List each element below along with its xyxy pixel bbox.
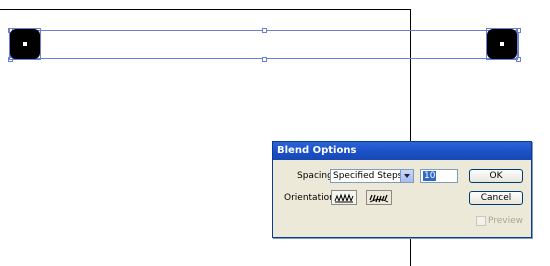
checkbox-box[interactable] (476, 216, 486, 226)
align-to-path-icon (369, 194, 389, 202)
preview-label: Preview (488, 216, 524, 226)
artboard-edge-top (0, 9, 411, 10)
blend-options-dialog: Blend Options Spacing: Specified Steps 1… (272, 141, 532, 238)
steps-input[interactable]: 10 (420, 169, 458, 183)
cancel-button[interactable]: Cancel (469, 191, 523, 205)
orientation-align-path-button[interactable] (366, 190, 392, 205)
bbox-handle-top-middle[interactable] (262, 28, 267, 33)
chevron-down-icon (404, 174, 410, 178)
shape-selection-outline (486, 28, 518, 60)
preview-checkbox[interactable]: Preview (476, 216, 523, 226)
dialog-title[interactable]: Blend Options (273, 142, 531, 160)
align-to-page-icon (334, 192, 354, 202)
bbox-handle-bottom-middle[interactable] (262, 57, 267, 62)
dropdown-button[interactable] (400, 170, 413, 182)
orientation-align-page-button[interactable] (331, 190, 357, 205)
ok-button[interactable]: OK (469, 169, 523, 183)
orientation-label: Orientation: (284, 193, 338, 203)
spacing-select-value: Specified Steps (333, 171, 403, 181)
steps-value: 10 (423, 171, 437, 181)
spacing-select[interactable]: Specified Steps (330, 169, 414, 183)
blend-bounding-box[interactable] (10, 30, 519, 59)
shape-selection-outline (9, 28, 41, 60)
